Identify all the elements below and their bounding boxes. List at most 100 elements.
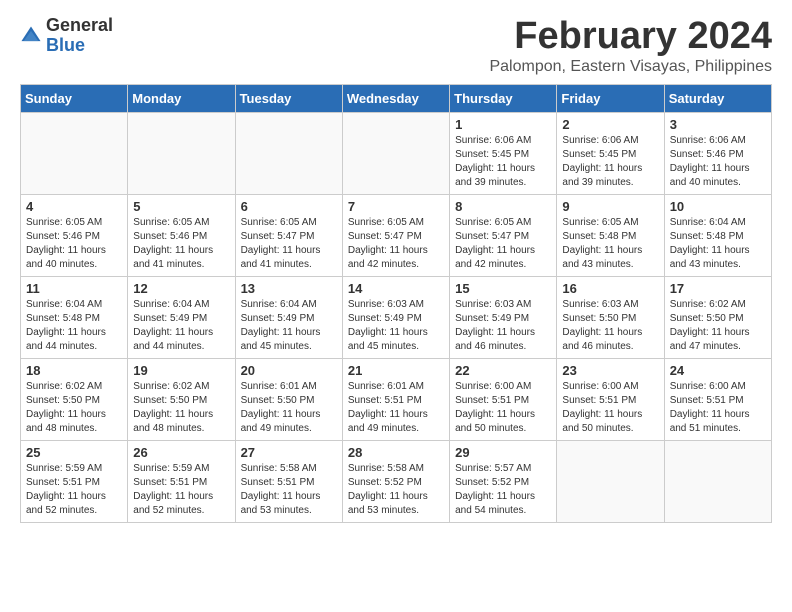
- cell-day-number: 24: [670, 363, 766, 378]
- calendar-week-row: 1 Sunrise: 6:06 AM Sunset: 5:45 PM Daylig…: [21, 112, 772, 194]
- cell-day-number: 23: [562, 363, 658, 378]
- cell-info-text: Sunrise: 6:04 AM Sunset: 5:48 PM Dayligh…: [670, 216, 766, 272]
- cell-info-text: Sunrise: 6:05 AM Sunset: 5:46 PM Dayligh…: [26, 216, 122, 272]
- cell-info-text: Sunrise: 5:59 AM Sunset: 5:51 PM Dayligh…: [26, 462, 122, 518]
- calendar-cell: [342, 112, 449, 194]
- cell-day-number: 28: [348, 445, 444, 460]
- cell-info-text: Sunrise: 6:03 AM Sunset: 5:49 PM Dayligh…: [348, 298, 444, 354]
- weekday-header-thursday: Thursday: [450, 84, 557, 112]
- weekday-header-wednesday: Wednesday: [342, 84, 449, 112]
- calendar-cell: 21 Sunrise: 6:01 AM Sunset: 5:51 PM Dayli…: [342, 358, 449, 440]
- calendar-cell: 3 Sunrise: 6:06 AM Sunset: 5:46 PM Daylig…: [664, 112, 771, 194]
- logo: General Blue: [20, 16, 113, 56]
- calendar-cell: [664, 440, 771, 522]
- cell-info-text: Sunrise: 6:00 AM Sunset: 5:51 PM Dayligh…: [455, 380, 551, 436]
- cell-day-number: 21: [348, 363, 444, 378]
- calendar-cell: 16 Sunrise: 6:03 AM Sunset: 5:50 PM Dayli…: [557, 276, 664, 358]
- cell-info-text: Sunrise: 6:05 AM Sunset: 5:47 PM Dayligh…: [348, 216, 444, 272]
- cell-day-number: 22: [455, 363, 551, 378]
- calendar-cell: 23 Sunrise: 6:00 AM Sunset: 5:51 PM Dayli…: [557, 358, 664, 440]
- calendar-cell: 5Sunrise: 6:05 AM Sunset: 5:46 PM Daylig…: [128, 194, 235, 276]
- calendar-cell: [21, 112, 128, 194]
- weekday-header-sunday: Sunday: [21, 84, 128, 112]
- cell-day-number: 27: [241, 445, 337, 460]
- calendar-cell: 25Sunrise: 5:59 AM Sunset: 5:51 PM Dayli…: [21, 440, 128, 522]
- cell-info-text: Sunrise: 5:59 AM Sunset: 5:51 PM Dayligh…: [133, 462, 229, 518]
- cell-day-number: 3: [670, 117, 766, 132]
- cell-day-number: 2: [562, 117, 658, 132]
- calendar-cell: 4 Sunrise: 6:05 AM Sunset: 5:46 PM Daylig…: [21, 194, 128, 276]
- cell-day-number: 29: [455, 445, 551, 460]
- month-title: February 2024: [489, 16, 772, 58]
- calendar-cell: [235, 112, 342, 194]
- cell-info-text: Sunrise: 6:05 AM Sunset: 5:47 PM Dayligh…: [455, 216, 551, 272]
- calendar-cell: 28 Sunrise: 5:58 AM Sunset: 5:52 PM Dayli…: [342, 440, 449, 522]
- calendar-cell: [128, 112, 235, 194]
- cell-day-number: 10: [670, 199, 766, 214]
- cell-info-text: Sunrise: 6:06 AM Sunset: 5:46 PM Dayligh…: [670, 134, 766, 190]
- calendar-cell: 19 Sunrise: 6:02 AM Sunset: 5:50 PM Dayli…: [128, 358, 235, 440]
- calendar-cell: 13Sunrise: 6:04 AM Sunset: 5:49 PM Dayli…: [235, 276, 342, 358]
- cell-day-number: 19: [133, 363, 229, 378]
- cell-info-text: Sunrise: 6:01 AM Sunset: 5:50 PM Dayligh…: [241, 380, 337, 436]
- cell-info-text: Sunrise: 6:02 AM Sunset: 5:50 PM Dayligh…: [133, 380, 229, 436]
- calendar-cell: 12 Sunrise: 6:04 AM Sunset: 5:49 PM Dayli…: [128, 276, 235, 358]
- logo-icon: [20, 25, 42, 47]
- calendar-cell: 9 Sunrise: 6:05 AM Sunset: 5:48 PM Daylig…: [557, 194, 664, 276]
- cell-day-number: 11: [26, 281, 122, 296]
- logo-general: General: [46, 16, 113, 36]
- calendar-cell: 20 Sunrise: 6:01 AM Sunset: 5:50 PM Dayli…: [235, 358, 342, 440]
- cell-info-text: Sunrise: 6:02 AM Sunset: 5:50 PM Dayligh…: [26, 380, 122, 436]
- cell-day-number: 1: [455, 117, 551, 132]
- cell-day-number: 17: [670, 281, 766, 296]
- weekday-header-monday: Monday: [128, 84, 235, 112]
- cell-info-text: Sunrise: 5:58 AM Sunset: 5:51 PM Dayligh…: [241, 462, 337, 518]
- cell-day-number: 9: [562, 199, 658, 214]
- cell-day-number: 16: [562, 281, 658, 296]
- cell-day-number: 15: [455, 281, 551, 296]
- cell-info-text: Sunrise: 6:00 AM Sunset: 5:51 PM Dayligh…: [670, 380, 766, 436]
- cell-info-text: Sunrise: 6:05 AM Sunset: 5:48 PM Dayligh…: [562, 216, 658, 272]
- calendar-cell: 15Sunrise: 6:03 AM Sunset: 5:49 PM Dayli…: [450, 276, 557, 358]
- calendar-week-row: 18 Sunrise: 6:02 AM Sunset: 5:50 PM Dayli…: [21, 358, 772, 440]
- title-section: February 2024 Palompon, Eastern Visayas,…: [489, 16, 772, 76]
- page-header: General Blue February 2024 Palompon, Eas…: [20, 16, 772, 76]
- calendar-week-row: 25Sunrise: 5:59 AM Sunset: 5:51 PM Dayli…: [21, 440, 772, 522]
- calendar-week-row: 4 Sunrise: 6:05 AM Sunset: 5:46 PM Daylig…: [21, 194, 772, 276]
- calendar-cell: 22 Sunrise: 6:00 AM Sunset: 5:51 PM Dayli…: [450, 358, 557, 440]
- cell-day-number: 4: [26, 199, 122, 214]
- calendar-cell: 27 Sunrise: 5:58 AM Sunset: 5:51 PM Dayli…: [235, 440, 342, 522]
- calendar-cell: 17Sunrise: 6:02 AM Sunset: 5:50 PM Dayli…: [664, 276, 771, 358]
- calendar-cell: 8Sunrise: 6:05 AM Sunset: 5:47 PM Daylig…: [450, 194, 557, 276]
- cell-info-text: Sunrise: 6:05 AM Sunset: 5:47 PM Dayligh…: [241, 216, 337, 272]
- weekday-header-tuesday: Tuesday: [235, 84, 342, 112]
- cell-info-text: Sunrise: 6:00 AM Sunset: 5:51 PM Dayligh…: [562, 380, 658, 436]
- cell-day-number: 5: [133, 199, 229, 214]
- calendar-cell: 26 Sunrise: 5:59 AM Sunset: 5:51 PM Dayli…: [128, 440, 235, 522]
- cell-day-number: 7: [348, 199, 444, 214]
- cell-day-number: 18: [26, 363, 122, 378]
- logo-text: General Blue: [46, 16, 113, 56]
- weekday-header-row: SundayMondayTuesdayWednesdayThursdayFrid…: [21, 84, 772, 112]
- cell-day-number: 12: [133, 281, 229, 296]
- cell-day-number: 26: [133, 445, 229, 460]
- calendar-cell: 1 Sunrise: 6:06 AM Sunset: 5:45 PM Daylig…: [450, 112, 557, 194]
- cell-info-text: Sunrise: 6:01 AM Sunset: 5:51 PM Dayligh…: [348, 380, 444, 436]
- calendar-cell: 6 Sunrise: 6:05 AM Sunset: 5:47 PM Daylig…: [235, 194, 342, 276]
- cell-info-text: Sunrise: 5:58 AM Sunset: 5:52 PM Dayligh…: [348, 462, 444, 518]
- calendar-cell: 29 Sunrise: 5:57 AM Sunset: 5:52 PM Dayli…: [450, 440, 557, 522]
- cell-day-number: 14: [348, 281, 444, 296]
- cell-info-text: Sunrise: 5:57 AM Sunset: 5:52 PM Dayligh…: [455, 462, 551, 518]
- location-title: Palompon, Eastern Visayas, Philippines: [489, 58, 772, 76]
- cell-info-text: Sunrise: 6:04 AM Sunset: 5:49 PM Dayligh…: [241, 298, 337, 354]
- cell-day-number: 6: [241, 199, 337, 214]
- logo-blue: Blue: [46, 36, 113, 56]
- calendar-cell: 7 Sunrise: 6:05 AM Sunset: 5:47 PM Daylig…: [342, 194, 449, 276]
- cell-info-text: Sunrise: 6:04 AM Sunset: 5:48 PM Dayligh…: [26, 298, 122, 354]
- calendar-cell: 2Sunrise: 6:06 AM Sunset: 5:45 PM Daylig…: [557, 112, 664, 194]
- calendar-cell: 11 Sunrise: 6:04 AM Sunset: 5:48 PM Dayli…: [21, 276, 128, 358]
- cell-info-text: Sunrise: 6:04 AM Sunset: 5:49 PM Dayligh…: [133, 298, 229, 354]
- cell-info-text: Sunrise: 6:06 AM Sunset: 5:45 PM Dayligh…: [455, 134, 551, 190]
- cell-info-text: Sunrise: 6:03 AM Sunset: 5:50 PM Dayligh…: [562, 298, 658, 354]
- cell-day-number: 20: [241, 363, 337, 378]
